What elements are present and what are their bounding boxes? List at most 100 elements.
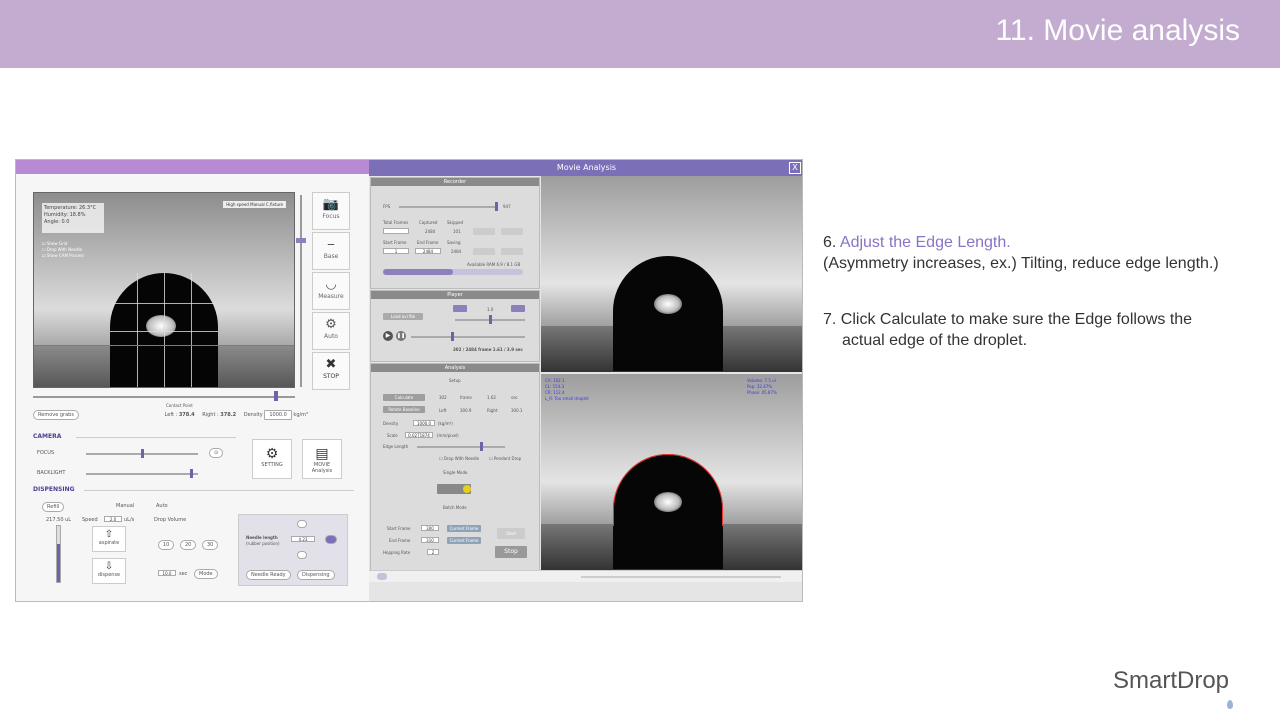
analysis-density-field[interactable]: 1000.0 <box>413 420 435 426</box>
backlight-knob[interactable] <box>190 469 193 478</box>
scale-label: Scale <box>387 433 398 438</box>
batch-mode-label: Batch Mode <box>443 505 467 510</box>
drop-needle-label: Drop With Needle <box>46 247 83 252</box>
stop-icon: ✖ <box>325 357 337 372</box>
speed-badge[interactable]: High speed Manual C.fixture <box>223 201 286 208</box>
play-icon[interactable]: ▶ <box>383 331 393 341</box>
analysis-video-view[interactable]: CA: 102.1 CL: 154.3 CR: 112.4 L_R: Too s… <box>541 374 802 570</box>
fps-knob[interactable] <box>495 202 498 211</box>
drop-needle-text: Drop With Needle <box>443 456 480 461</box>
speed-down-button[interactable] <box>453 305 467 312</box>
refill-button[interactable]: Refill <box>42 502 65 512</box>
auto-button[interactable]: ⚙ Auto <box>312 312 350 350</box>
save-button[interactable] <box>501 228 523 235</box>
record-button[interactable] <box>473 228 495 235</box>
contact-slider-track[interactable] <box>33 396 295 398</box>
scale-unit: (mm/pixel) <box>437 433 459 438</box>
pendant-drop-checkbox[interactable]: ☐ Pendant Drop <box>489 456 521 461</box>
setting-button[interactable]: ⚙ SETTING <box>252 439 292 479</box>
measure-button[interactable]: ◡ Measure <box>312 272 350 310</box>
load-avi-button[interactable]: Load avi file <box>383 313 423 320</box>
camera-toggle[interactable]: ⊙ <box>209 448 224 458</box>
needle-go-button[interactable] <box>325 535 337 544</box>
right-value: 378.2 <box>220 412 237 418</box>
manual-label: Manual <box>116 503 135 509</box>
remove-grabs-button[interactable]: Remove grabs <box>33 410 79 420</box>
drop-time-field[interactable]: 10.0 <box>158 570 176 576</box>
player-panel: Player Load avi file 1.0 ▶ ❚❚ 302 / 2484… <box>370 290 540 362</box>
total-frames-field[interactable] <box>383 228 409 234</box>
needle-up-button[interactable] <box>297 520 307 528</box>
focus-button[interactable]: 📷 Focus <box>312 192 350 230</box>
needle-ready-button[interactable]: Needle Ready <box>246 570 291 580</box>
batch-start-field[interactable]: 300 <box>421 525 439 531</box>
frame-slider[interactable] <box>411 336 525 338</box>
batch-start-button[interactable]: Start <box>497 528 525 539</box>
needle-down-button[interactable] <box>297 551 307 559</box>
aspirate-button[interactable]: ⇧ aspirate <box>92 526 126 552</box>
vertical-slider-track[interactable] <box>300 195 302 387</box>
camera-view[interactable]: Temperature: 26.3°C Humidity: 18.8% Angl… <box>33 192 295 388</box>
pause-icon[interactable]: ❚❚ <box>396 331 406 341</box>
backlight-label: BACKLIGHT <box>37 470 66 476</box>
frame-value: 302 <box>439 395 447 400</box>
speed-field[interactable]: 2.0 <box>104 516 122 522</box>
temperature-text: Temperature: 26.3°C <box>44 205 97 211</box>
density-field[interactable]: 1000.0 <box>264 410 292 420</box>
end-frame-field[interactable]: 2484 <box>415 248 441 254</box>
batch-stop-button[interactable]: Stop <box>495 546 527 558</box>
scroll-handle[interactable] <box>377 573 387 580</box>
horizontal-scrollbar[interactable] <box>581 576 781 578</box>
ram-progress <box>383 269 523 275</box>
drop-needle-checkbox[interactable]: ☐ Drop With Needle <box>439 456 479 461</box>
needle-length-field[interactable]: 4.23 <box>291 536 315 542</box>
vertical-slider-thumb[interactable] <box>296 238 306 243</box>
step-7-number: 7. <box>823 311 837 328</box>
focus-knob[interactable] <box>141 449 144 458</box>
warning-text: L_R: Too small droplet <box>545 396 589 401</box>
batch-end-field[interactable]: 310 <box>421 537 439 543</box>
overlay-checks: ☑ Show Grid ☐ Drop With Needle ☑ Show CA… <box>42 241 84 259</box>
start-frame-field[interactable]: 1 <box>383 248 409 254</box>
movie-analysis-button[interactable]: ▤ MOVIE Analysis <box>302 439 342 479</box>
base-button[interactable]: ⎯ Base <box>312 232 350 270</box>
edge-length-slider[interactable] <box>417 446 505 448</box>
auto-mode-label: Auto <box>156 503 168 509</box>
current-frame-start-button[interactable]: Current Frame <box>447 525 481 532</box>
show-cam-checkbox[interactable]: ☑ Show CAM Process <box>42 253 84 259</box>
cursor-indicator <box>463 485 471 493</box>
mode-button[interactable]: Mode <box>194 569 218 579</box>
stop-button[interactable]: ✖ STOP <box>312 352 350 390</box>
drop-size-10[interactable]: 10 <box>158 540 175 550</box>
stop-label: STOP <box>323 373 339 380</box>
backlight-slider[interactable] <box>86 473 198 475</box>
drop-size-20[interactable]: 20 <box>180 540 197 550</box>
speed-up-button[interactable] <box>511 305 525 312</box>
reset-button[interactable] <box>473 248 495 255</box>
frame-knob[interactable] <box>451 332 454 341</box>
tool-column: 📷 Focus ⎯ Base ◡ Measure ⚙ Auto ✖ STOP <box>312 192 350 392</box>
skipped-label: Skipped <box>447 220 464 225</box>
scale-field[interactable]: 0.0271874 <box>405 432 433 438</box>
close-icon[interactable]: X <box>789 162 801 174</box>
export-button[interactable] <box>501 248 523 255</box>
raw-video-view[interactable] <box>541 176 802 372</box>
dispense-button[interactable]: ⇩ dispense <box>92 558 126 584</box>
rotate-baseline-button[interactable]: Rotate Baseline <box>383 406 425 413</box>
analysis-density-unit: (kg/m³) <box>438 421 453 426</box>
drop-size-30[interactable]: 30 <box>202 540 219 550</box>
current-frame-end-button[interactable]: Current Frame <box>447 537 481 544</box>
time-unit: sec <box>511 395 518 400</box>
drop-icon <box>1227 700 1233 709</box>
calculate-button[interactable]: Calculate <box>383 394 425 401</box>
contact-slider-thumb[interactable] <box>274 391 278 401</box>
playback-speed: 1.0 <box>487 307 494 312</box>
show-grid-label: Show Grid <box>46 241 68 246</box>
fps-slider[interactable] <box>399 206 497 208</box>
batch-end-label: End Frame <box>389 538 411 543</box>
edge-length-knob[interactable] <box>480 442 483 451</box>
batch-start-label: Start Frame <box>387 526 411 531</box>
speed-knob[interactable] <box>489 315 492 324</box>
dispensing-button[interactable]: Dispensing <box>297 570 335 580</box>
hopping-rate-field[interactable]: 2 <box>427 549 439 555</box>
